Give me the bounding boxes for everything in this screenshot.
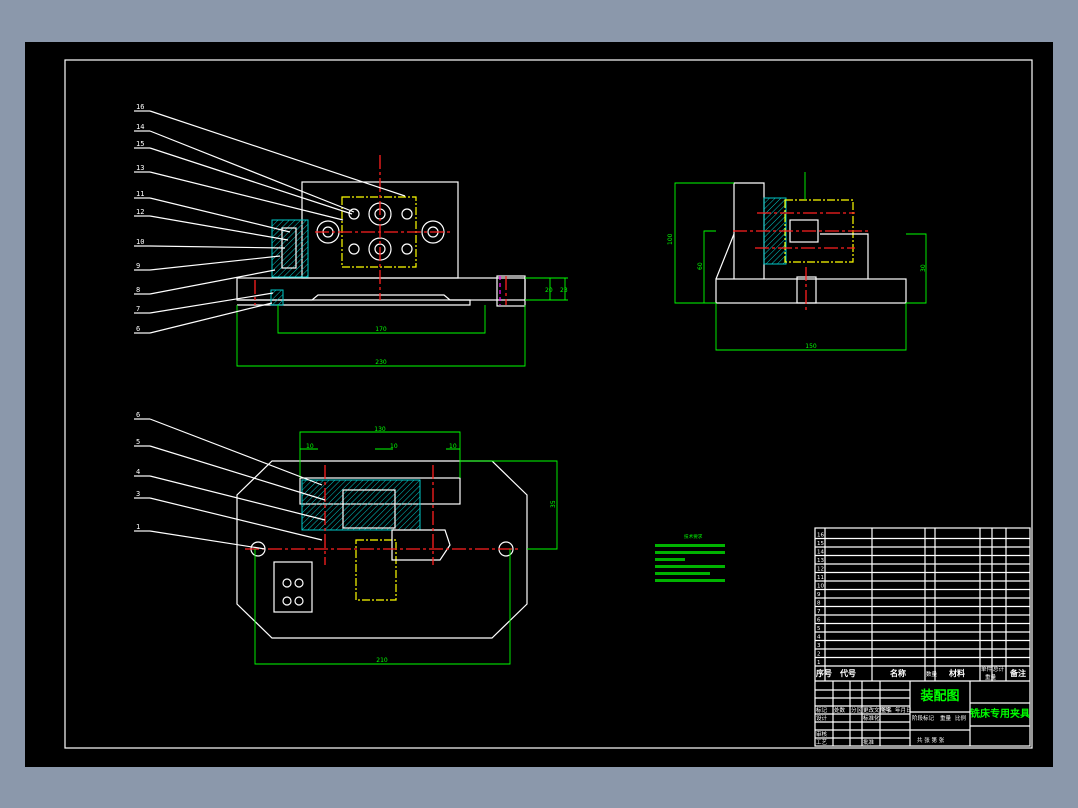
stage-label: 阶段标记 bbox=[912, 714, 935, 722]
part-number: 14 bbox=[817, 550, 824, 556]
header-code: 代号 bbox=[839, 668, 856, 678]
role-design: 设计 bbox=[816, 714, 828, 722]
rev-count: 处数 bbox=[834, 706, 846, 714]
part-number: 16 bbox=[817, 533, 824, 539]
part-number: 9 bbox=[817, 592, 821, 598]
header-material: 材料 bbox=[949, 668, 965, 678]
leader-label: 15 bbox=[136, 140, 144, 148]
product-name: 铣床专用夹具 bbox=[970, 707, 1030, 720]
header-weight: 重量 bbox=[985, 673, 997, 681]
leader-label: 8 bbox=[136, 286, 140, 294]
rev-zone: 分区 bbox=[851, 706, 863, 714]
cad-drawing: 170 230 20 23 161415131112109876 150 100… bbox=[25, 42, 1053, 767]
part-number: 13 bbox=[817, 558, 824, 564]
part-number: 8 bbox=[817, 601, 821, 607]
tech-req-title: 技术要求 bbox=[684, 533, 703, 540]
header-name: 名称 bbox=[890, 668, 906, 678]
dim-170: 170 bbox=[375, 326, 387, 333]
part-number: 6 bbox=[817, 618, 821, 624]
role-approve: 批准 bbox=[863, 738, 875, 746]
leader-label: 6 bbox=[136, 325, 140, 333]
leader-label: 7 bbox=[136, 305, 140, 313]
leader-label: 4 bbox=[136, 468, 140, 476]
dim-20: 20 bbox=[545, 287, 553, 294]
part-number: 10 bbox=[817, 584, 824, 590]
rev-sign: 签名 bbox=[881, 706, 892, 714]
dim-35: 35 bbox=[550, 500, 557, 508]
role-process: 工艺 bbox=[816, 739, 828, 746]
part-number: 1 bbox=[817, 660, 821, 666]
part-number: 5 bbox=[817, 626, 821, 632]
leader-label: 16 bbox=[136, 103, 144, 111]
weight-label: 重量 bbox=[940, 714, 952, 722]
scale-label: 比例 bbox=[955, 714, 967, 722]
drawing-area bbox=[25, 42, 1053, 767]
leader-label: 6 bbox=[136, 411, 140, 419]
dim-10-c: 10 bbox=[449, 443, 457, 450]
dim-130: 130 bbox=[374, 426, 386, 433]
rev-date: 年月日 bbox=[895, 706, 912, 714]
role-review: 审核 bbox=[816, 730, 828, 738]
header-seq: 序号 bbox=[816, 668, 832, 678]
header-remark: 备注 bbox=[1009, 668, 1026, 678]
dim-23: 23 bbox=[560, 287, 568, 294]
leader-label: 9 bbox=[136, 262, 140, 270]
dim-60: 60 bbox=[697, 262, 704, 270]
drawing-name: 装配图 bbox=[919, 688, 959, 704]
part-number: 11 bbox=[817, 575, 824, 581]
leader-label: 14 bbox=[136, 123, 144, 131]
dim-100: 100 bbox=[667, 233, 674, 245]
part-number: 3 bbox=[817, 643, 821, 649]
leader-label: 13 bbox=[136, 164, 144, 172]
header-single: 单件 bbox=[981, 665, 993, 673]
dim-30: 30 bbox=[920, 264, 927, 272]
leader-label: 10 bbox=[136, 238, 144, 246]
part-number: 15 bbox=[817, 541, 824, 547]
leader-label: 1 bbox=[136, 523, 140, 531]
header-total: 总计 bbox=[993, 665, 1005, 673]
part-number: 4 bbox=[817, 635, 821, 641]
part-number: 12 bbox=[817, 567, 824, 573]
dim-10-b: 10 bbox=[390, 443, 398, 450]
rev-mark: 标记 bbox=[816, 706, 828, 714]
leader-label: 5 bbox=[136, 438, 140, 446]
header-qty: 数量 bbox=[926, 670, 938, 678]
dim-210: 210 bbox=[376, 657, 388, 664]
dim-150: 150 bbox=[805, 343, 817, 350]
dim-10-a: 10 bbox=[306, 443, 314, 450]
role-standard: 标准化 bbox=[863, 714, 880, 722]
leader-label: 12 bbox=[136, 208, 144, 216]
dim-230: 230 bbox=[375, 359, 387, 366]
leader-label: 11 bbox=[136, 190, 144, 198]
part-number: 7 bbox=[817, 609, 821, 615]
leader-label: 3 bbox=[136, 490, 140, 498]
sheet-label: 共 张 第 张 bbox=[917, 736, 945, 744]
part-number: 2 bbox=[817, 652, 821, 658]
